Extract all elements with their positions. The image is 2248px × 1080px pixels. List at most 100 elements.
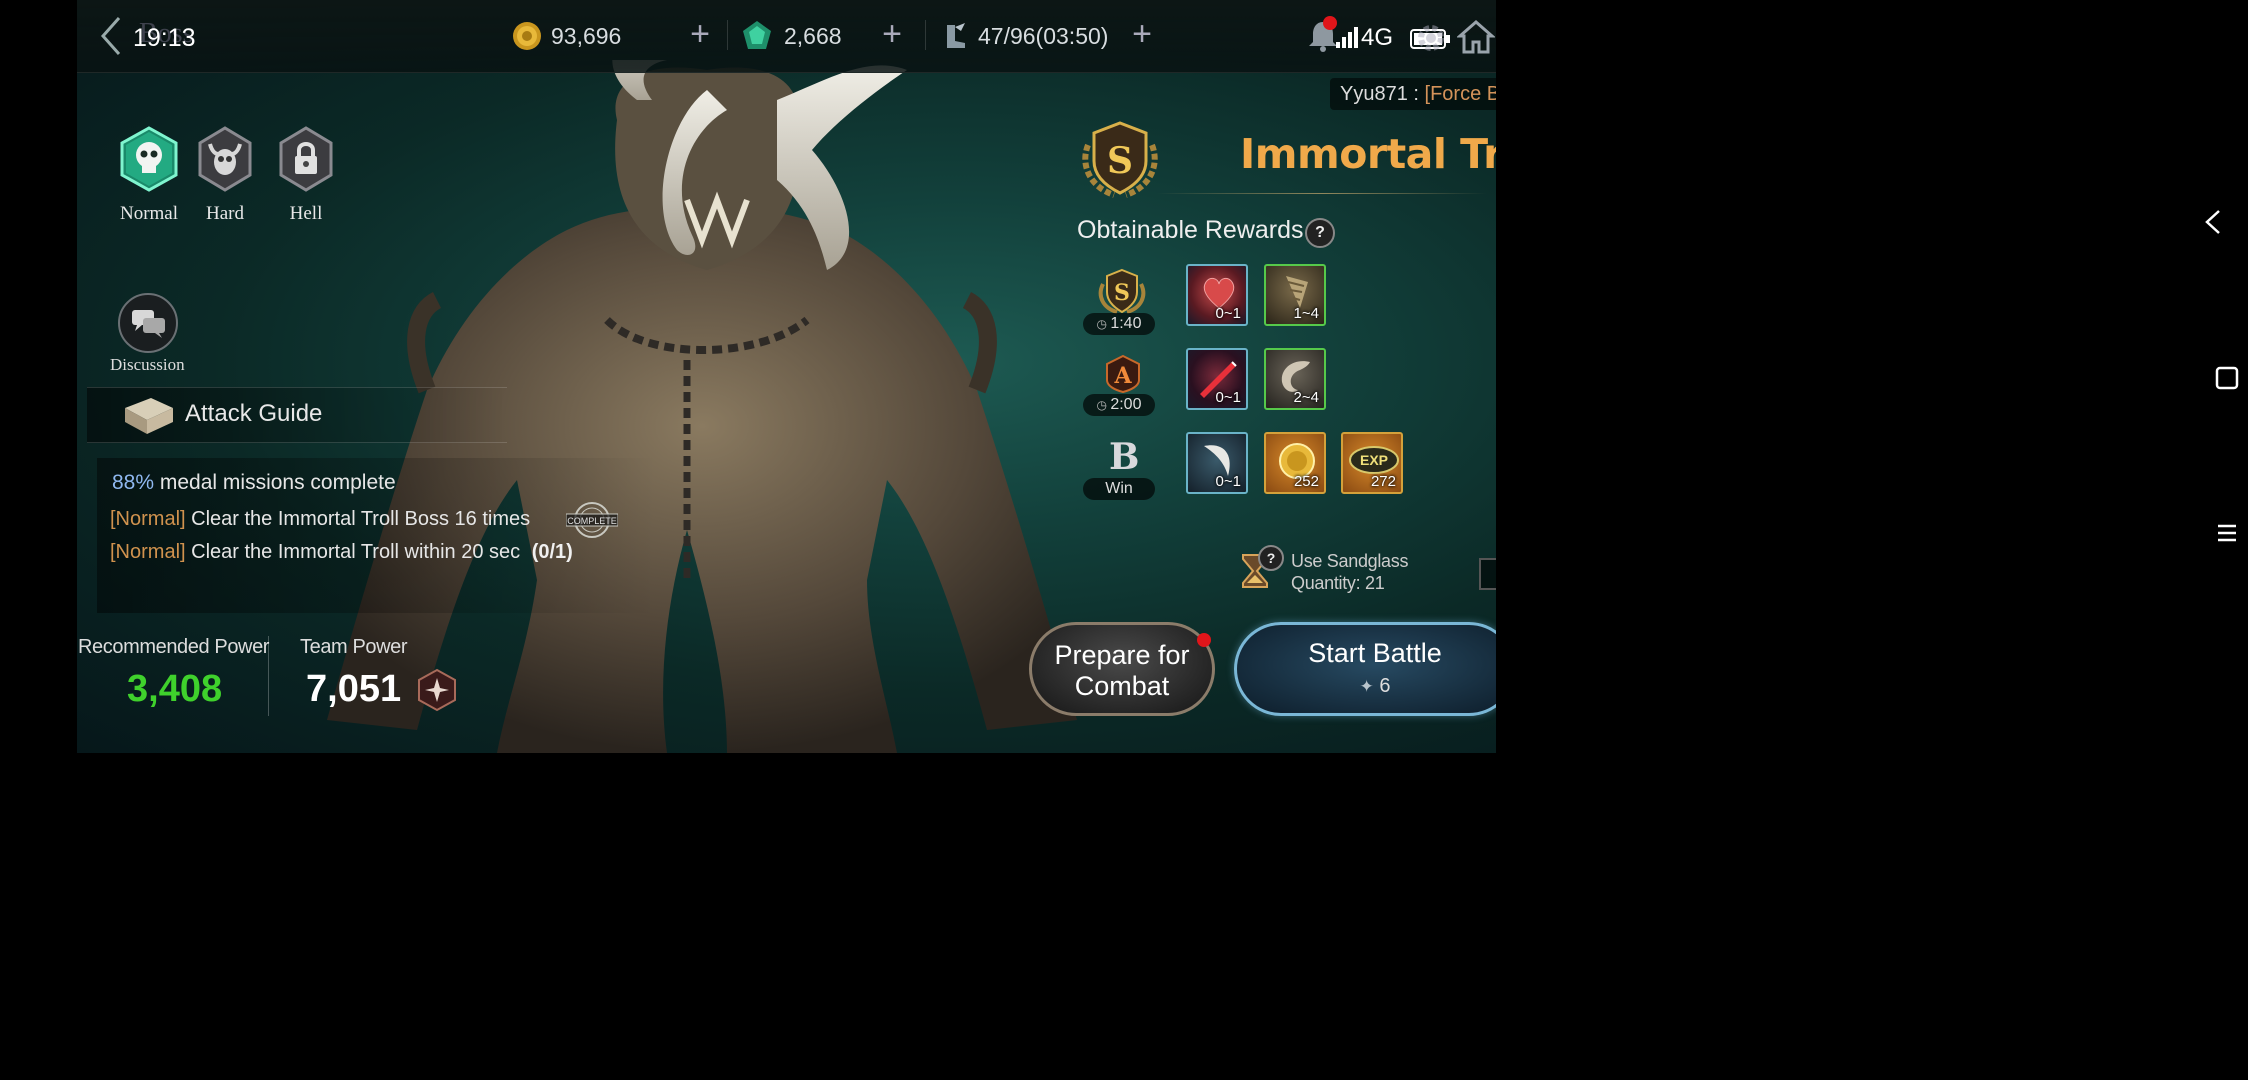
stamina-counter: 47/96(03:50) xyxy=(941,18,1108,54)
add-gold-button[interactable]: + xyxy=(685,17,715,52)
reward-item[interactable]: 0~1 xyxy=(1186,348,1248,410)
gem-counter: 2,668 xyxy=(740,18,842,54)
reward-count: 2~4 xyxy=(1293,389,1319,406)
divider xyxy=(925,20,926,50)
nav-back-button[interactable] xyxy=(2203,207,2223,237)
book-icon xyxy=(125,398,173,434)
difficulty-hard[interactable]: Hard xyxy=(194,126,256,225)
team-power-label: Team Power xyxy=(300,636,408,658)
start-battle-button[interactable]: Start Battle ✦ 6 xyxy=(1234,622,1496,716)
boss-rank-badge: S xyxy=(1074,115,1166,203)
reward-count: 1~4 xyxy=(1293,305,1319,322)
gold-amount: 93,696 xyxy=(551,22,622,49)
start-battle-cost: ✦ 6 xyxy=(1237,675,1496,698)
stamina-amount: 47/96(03:50) xyxy=(978,22,1109,49)
sandglass-checkbox[interactable] xyxy=(1479,558,1496,590)
emerald-icon xyxy=(743,21,771,49)
add-gem-button[interactable]: + xyxy=(877,17,907,52)
mission-text: Clear the Immortal Troll within 20 sec xyxy=(191,541,521,563)
square-icon xyxy=(2215,366,2239,390)
exp-icon: EXP xyxy=(1349,446,1399,474)
winged-boot-icon xyxy=(947,23,965,48)
complete-stamp-text: COMPLETE xyxy=(567,516,617,526)
missions-summary: 88% medal missions complete xyxy=(112,471,396,495)
missions-percent: 88% xyxy=(112,471,155,494)
chat-ticker[interactable]: Yyu871 : [Force Battle] ... xyxy=(1330,78,1496,110)
exp-badge-text: EXP xyxy=(1360,452,1388,468)
clock-icon: ◷ xyxy=(1096,398,1111,412)
mission-tag: [Normal] xyxy=(110,508,186,530)
boss-rank-letter: S xyxy=(1107,140,1133,182)
divider xyxy=(268,636,269,716)
home-icon xyxy=(1456,20,1496,54)
nav-home-button[interactable] xyxy=(2215,366,2239,390)
complete-stamp: COMPLETE xyxy=(565,500,619,540)
reward-item[interactable]: 2~4 xyxy=(1264,348,1326,410)
sandglass-help-button[interactable]: ? xyxy=(1237,545,1289,595)
grade-a-time: ◷ 2:00 xyxy=(1083,394,1155,416)
reward-item[interactable]: EXP 272 xyxy=(1341,432,1403,494)
boss-name: Immortal Troll xyxy=(1240,130,1496,178)
chat-user: Yyu871 : xyxy=(1340,83,1425,105)
gear-icon xyxy=(1418,25,1444,51)
prepare-line-1: Prepare for xyxy=(1054,640,1190,670)
attack-guide-button[interactable]: Attack Guide xyxy=(87,387,507,443)
prepare-for-combat-button[interactable]: Prepare for Combat xyxy=(1029,622,1215,716)
grade-letter: A xyxy=(1113,363,1132,389)
divider xyxy=(727,20,728,50)
reward-item[interactable]: 0~1 xyxy=(1186,264,1248,326)
start-battle-label: Start Battle xyxy=(1308,638,1442,668)
divider xyxy=(1157,193,1487,194)
missions-summary-text: medal missions complete xyxy=(159,471,396,494)
home-button[interactable] xyxy=(1456,18,1496,56)
grade-s-badge: S xyxy=(1095,266,1149,316)
reward-count: 0~1 xyxy=(1215,389,1241,406)
reward-count: 252 xyxy=(1293,473,1319,490)
menu-icon xyxy=(2218,524,2236,542)
signal-icon xyxy=(1335,24,1359,50)
difficulty-hell-label: Hell xyxy=(289,203,323,224)
gold-counter: 93,696 xyxy=(511,18,621,54)
reward-item[interactable]: 252 xyxy=(1264,432,1326,494)
network-type: 4G xyxy=(1361,24,1394,51)
recommended-power-value: 3,408 xyxy=(127,668,223,710)
sandglass-label: Use Sandglass xyxy=(1291,551,1409,571)
gold-coin-icon xyxy=(513,22,541,50)
status-time: 19:13 xyxy=(133,24,196,52)
rewards-help-button[interactable]: ? xyxy=(1305,218,1335,248)
grade-letter: S xyxy=(1114,280,1130,306)
start-battle-cost-value: 6 xyxy=(1379,675,1391,697)
grade-b-time: Win xyxy=(1083,478,1155,500)
winged-boot-icon: ✦ xyxy=(1359,677,1374,696)
sandglass-quantity: Quantity: 21 xyxy=(1291,573,1385,593)
laurel-s-icon: S xyxy=(1082,121,1158,198)
discussion-button[interactable] xyxy=(117,292,179,359)
nav-menu-button[interactable] xyxy=(2216,522,2238,544)
system-nav-bar xyxy=(2176,0,2248,753)
mission-item: [Normal] Clear the Immortal Troll Boss 1… xyxy=(110,508,530,531)
difficulty-hard-label: Hard xyxy=(206,203,244,224)
attack-guide-label: Attack Guide xyxy=(185,400,323,427)
prepare-line-2: Combat xyxy=(1074,671,1170,701)
rewards-title: Obtainable Rewards xyxy=(1077,216,1304,244)
grade-time-text: 1:40 xyxy=(1110,315,1142,332)
chevron-left-icon xyxy=(2205,210,2220,234)
reward-item[interactable]: 0~1 xyxy=(1186,432,1248,494)
team-info-button[interactable] xyxy=(417,668,457,712)
reward-count: 272 xyxy=(1370,473,1396,490)
skull-icon xyxy=(120,126,178,192)
settings-button[interactable] xyxy=(1413,20,1449,56)
grade-a-badge: A xyxy=(1103,354,1143,394)
reward-item[interactable]: 1~4 xyxy=(1264,264,1326,326)
help-icon: ? xyxy=(1258,545,1284,571)
chat-message: [Force Battle] ... xyxy=(1424,83,1496,105)
mission-item: [Normal] Clear the Immortal Troll within… xyxy=(110,541,573,564)
difficulty-normal[interactable]: Normal xyxy=(118,126,180,225)
back-button[interactable] xyxy=(99,16,123,56)
difficulty-hell[interactable]: Hell xyxy=(275,126,337,225)
crest-icon xyxy=(418,668,456,712)
reward-count: 0~1 xyxy=(1215,473,1241,490)
add-stamina-button[interactable]: + xyxy=(1127,17,1157,52)
clock-icon: ◷ xyxy=(1096,317,1111,331)
mission-text: Clear the Immortal Troll Boss 16 times xyxy=(191,508,531,530)
